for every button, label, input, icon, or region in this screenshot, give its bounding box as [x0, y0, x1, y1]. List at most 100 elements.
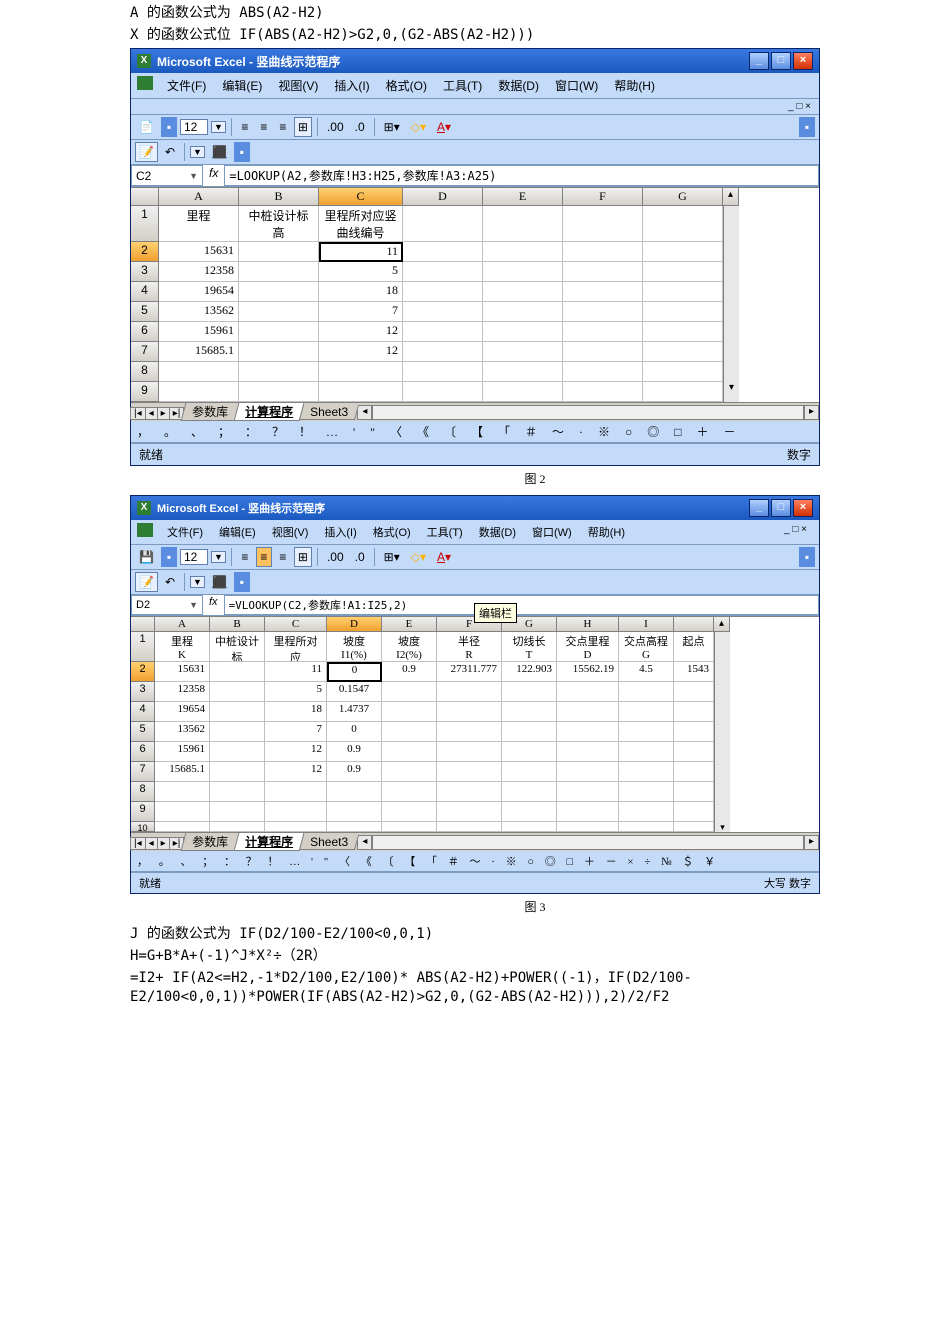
decrease-decimal-icon[interactable]: .0 — [351, 547, 369, 567]
col-a[interactable]: A — [159, 188, 239, 206]
menu-insert[interactable]: 插入(I) — [318, 523, 362, 541]
align-right-icon[interactable]: ≡ — [275, 547, 291, 567]
cell-f1[interactable] — [563, 206, 643, 242]
cell-a1[interactable]: 里程 — [159, 206, 239, 242]
cell-c1[interactable]: 里程所对应竖曲线编号 — [319, 206, 403, 242]
hscroll-track[interactable] — [372, 405, 804, 420]
menu-view[interactable]: 视图(V) — [266, 523, 315, 541]
cell-e1[interactable] — [483, 206, 563, 242]
borders-icon[interactable]: ⊞▾ — [380, 547, 404, 567]
expand-icon[interactable]: ▪ — [161, 117, 177, 137]
col-d[interactable]: D — [403, 188, 483, 206]
cell-b2[interactable] — [239, 242, 319, 262]
fontsize-input[interactable]: 12 — [180, 119, 208, 135]
symbol-toolbar2[interactable]: ， 。 、 ； ： ？ ！ … ' " 〈 《 〔 【 「 ＃ ～ · ※ ○ … — [131, 851, 819, 872]
menu-window[interactable]: 窗口(W) — [526, 523, 578, 541]
scroll-up[interactable]: ▴ — [714, 617, 730, 632]
undo-icon[interactable]: ↶ — [161, 572, 179, 592]
tab-params[interactable]: 参数库 — [181, 833, 240, 851]
font-color-icon[interactable]: A▾ — [433, 547, 455, 567]
align-center-icon[interactable]: ≡ — [256, 547, 272, 567]
align-center-icon[interactable]: ≡ — [256, 117, 272, 137]
fontsize-dropdown[interactable]: ▼ — [211, 551, 226, 563]
cell-g1[interactable] — [643, 206, 723, 242]
col-e[interactable]: E — [483, 188, 563, 206]
menu-edit[interactable]: 编辑(E) — [216, 76, 268, 95]
col-f[interactable]: F — [563, 188, 643, 206]
hscroll-right[interactable]: ▸ — [804, 835, 819, 850]
tab-calc[interactable]: 计算程序 — [234, 833, 305, 851]
menu-tools[interactable]: 工具(T) — [437, 76, 488, 95]
tab-sheet3[interactable]: Sheet3 — [299, 405, 359, 420]
row-2-hdr[interactable]: 2 — [131, 242, 159, 262]
fontsize-dropdown[interactable]: ▼ — [211, 121, 226, 133]
hscroll-left[interactable]: ◂ — [357, 835, 372, 850]
cell-c2[interactable]: 11 — [319, 242, 403, 262]
hscroll-right[interactable]: ▸ — [804, 405, 819, 420]
line-color-icon[interactable]: ⬛ — [208, 572, 231, 592]
menu-edit[interactable]: 编辑(E) — [213, 523, 262, 541]
minimize-button[interactable]: _ — [749, 499, 769, 517]
expand2-icon[interactable]: ▪ — [799, 547, 815, 567]
name-box[interactable]: C2▼ — [131, 165, 203, 186]
menu-help[interactable]: 帮助(H) — [608, 76, 661, 95]
fx-label[interactable]: fx — [203, 165, 224, 186]
row-1-hdr[interactable]: 1 — [131, 206, 159, 242]
hscroll-left[interactable]: ◂ — [357, 405, 372, 420]
font-color-icon[interactable]: A▾ — [433, 117, 455, 137]
decrease-decimal-icon[interactable]: .0 — [351, 117, 369, 137]
formula-input2[interactable]: =VLOOKUP(C2,参数库!A1:I25,2) — [224, 595, 819, 615]
menu-view[interactable]: 视图(V) — [272, 76, 324, 95]
tab-sheet3[interactable]: Sheet3 — [299, 835, 359, 850]
expand3-icon[interactable]: ▪ — [234, 142, 250, 162]
menu-data[interactable]: 数据(D) — [473, 523, 522, 541]
menu-file[interactable]: 文件(F) — [161, 76, 212, 95]
fill-color-icon[interactable]: ◇▾ — [407, 117, 430, 137]
save-icon[interactable]: 💾 — [135, 547, 158, 567]
col-c[interactable]: C — [319, 188, 403, 206]
name-box2[interactable]: D2▼ — [131, 595, 203, 615]
formula-input[interactable]: =LOOKUP(A2,参数库!H3:H25,参数库!A3:A25) — [224, 165, 819, 186]
menu-format[interactable]: 格式(O) — [380, 76, 433, 95]
merge-cells-icon[interactable]: ⊞ — [294, 117, 312, 137]
align-right-icon[interactable]: ≡ — [275, 117, 291, 137]
spreadsheet-grid[interactable]: A B C D E F G ▴ 1 里程 中桩设计标高 里程所对应竖曲线编号 2… — [131, 187, 819, 402]
expand2-icon[interactable]: ▪ — [799, 117, 815, 137]
draw-icon[interactable]: 📝 — [135, 572, 158, 592]
menu-file[interactable]: 文件(F) — [161, 523, 209, 541]
maximize-button[interactable]: □ — [771, 499, 791, 517]
menu-data[interactable]: 数据(D) — [492, 76, 545, 95]
menu-help[interactable]: 帮助(H) — [582, 523, 631, 541]
tab-nav[interactable]: |◂◂▸▸| — [131, 405, 184, 419]
maximize-button[interactable]: □ — [771, 52, 791, 70]
line-color-icon[interactable]: ⬛ — [208, 142, 231, 162]
increase-decimal-icon[interactable]: .00 — [323, 547, 348, 567]
spreadsheet-grid2[interactable]: A B C D E F G编辑栏 H I ▴ 1 里程K 中桩设计标高H 里程所… — [131, 616, 819, 832]
expand-icon[interactable]: ▪ — [161, 547, 177, 567]
hscroll-track[interactable] — [372, 835, 804, 850]
col-b[interactable]: B — [239, 188, 319, 206]
expand3-icon[interactable]: ▪ — [234, 572, 250, 592]
merge-cells-icon[interactable]: ⊞ — [294, 547, 312, 567]
fontsize-input[interactable]: 12 — [180, 549, 208, 565]
cell-a2[interactable]: 15631 — [159, 242, 239, 262]
menu-insert[interactable]: 插入(I) — [328, 76, 375, 95]
cell-d1[interactable] — [403, 206, 483, 242]
fx-label[interactable]: fx — [203, 595, 224, 615]
symbol-toolbar[interactable]: ， 。 、 ； ： ？ ！ … ' " 〈 《 〔 【 「 ＃ ～ · ※ ○ … — [131, 421, 819, 443]
undo-icon[interactable]: ↶ — [161, 142, 179, 162]
fill-color-icon[interactable]: ◇▾ — [407, 547, 430, 567]
tab-params[interactable]: 参数库 — [181, 403, 240, 421]
corner-cell[interactable] — [131, 617, 155, 632]
cell-d2-active[interactable]: 0 — [327, 662, 382, 682]
cell-b1[interactable]: 中桩设计标高 — [239, 206, 319, 242]
close-button[interactable]: × — [793, 499, 813, 517]
menu-window[interactable]: 窗口(W) — [549, 76, 604, 95]
draw-icon[interactable]: 📝 — [135, 142, 158, 162]
borders-icon[interactable]: ⊞▾ — [380, 117, 404, 137]
col-g[interactable]: G — [643, 188, 723, 206]
increase-decimal-icon[interactable]: .00 — [323, 117, 348, 137]
align-left-icon[interactable]: ≡ — [237, 547, 253, 567]
menu-format[interactable]: 格式(O) — [367, 523, 417, 541]
line-dropdown[interactable]: ▼ — [190, 146, 205, 158]
